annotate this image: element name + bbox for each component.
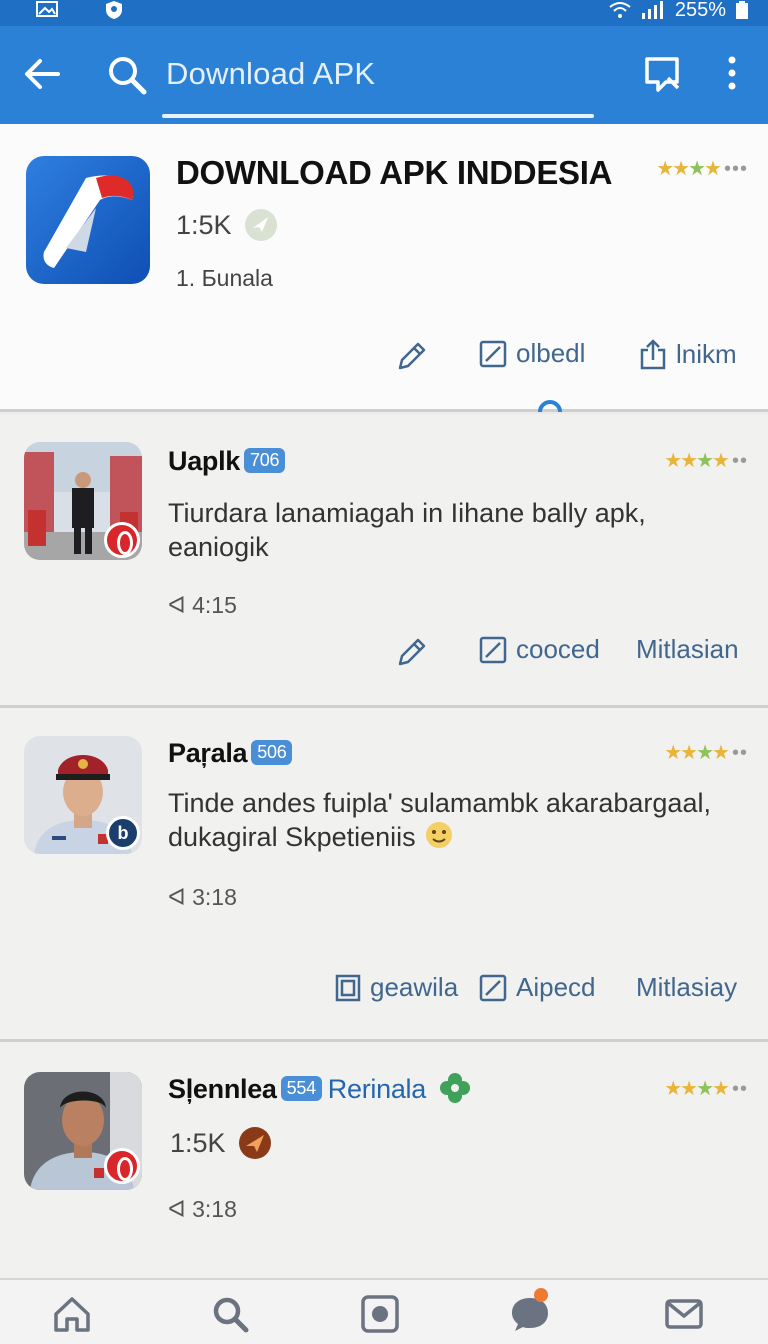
action-bar: geawila Aipecd Mitlasiay bbox=[0, 972, 768, 1012]
rating-stars: ★★★★ ••• bbox=[656, 158, 748, 180]
battery-icon bbox=[736, 1, 748, 19]
edit-box-icon bbox=[479, 974, 507, 1001]
verified-icon bbox=[244, 209, 277, 241]
featured-app-card[interactable]: DOWNLOAD APK INDDESIA ★★★★ ••• 1:5K 1. Бu… bbox=[0, 124, 768, 412]
post-card[interactable]: Uaplk 706 ★★★★ •• Tiurdara lanamiagah in I… bbox=[0, 414, 768, 708]
back-arrow-icon[interactable] bbox=[22, 54, 62, 94]
rating-stars: ★★★★ •• bbox=[664, 1078, 748, 1100]
download-count: 1:5K bbox=[176, 208, 278, 242]
notification-dot bbox=[534, 1288, 548, 1302]
pencil-icon bbox=[398, 342, 426, 370]
mail-icon[interactable] bbox=[664, 1294, 704, 1334]
post-time: ᐊ 3:18 bbox=[168, 884, 237, 910]
post-text: Tinde andes fuipla' sulamambk akarabarga… bbox=[168, 788, 711, 852]
action-bar: cooced Mitlasian bbox=[0, 634, 768, 674]
shield-icon bbox=[106, 1, 122, 19]
action-bar: olbedl lnikm bbox=[0, 338, 768, 378]
reply-icon: ᐊ bbox=[168, 884, 186, 910]
edit-button[interactable] bbox=[394, 338, 430, 374]
mitlasian-button[interactable]: Mitlasian bbox=[636, 634, 739, 665]
search-underline bbox=[162, 114, 594, 118]
status-bar: 255% bbox=[0, 0, 768, 26]
search-input[interactable]: Download APK bbox=[166, 56, 375, 92]
cooced-button[interactable]: cooced bbox=[478, 634, 600, 665]
emoji-icon bbox=[426, 822, 453, 848]
post-author: Paŗala 506 bbox=[168, 738, 293, 769]
record-icon[interactable] bbox=[360, 1294, 400, 1334]
geawila-button[interactable]: geawila bbox=[334, 972, 458, 1003]
post-text: Tiurdara lanamiagah in Iihane bally apk,… bbox=[168, 498, 646, 562]
author-tag: Rerinala bbox=[327, 1074, 426, 1104]
battery-percent: 255% bbox=[674, 0, 726, 21]
loading-indicator bbox=[538, 400, 562, 412]
post-card[interactable]: b Paŗala 506 ★★★★ •• Tinde andes fuipla' s… bbox=[0, 708, 768, 1042]
share-icon bbox=[640, 339, 666, 370]
image-icon bbox=[36, 1, 58, 17]
wifi-icon bbox=[609, 2, 631, 18]
edit-box-icon bbox=[479, 636, 507, 663]
count-badge: 506 bbox=[251, 740, 293, 765]
notification-badge: b bbox=[106, 816, 140, 850]
message-icon[interactable] bbox=[642, 54, 682, 94]
post-time: ᐊ 3:18 bbox=[168, 1196, 237, 1222]
post-card[interactable]: Sļennlea 554 Rerinala ★★★★ •• 1:5K ᐊ 3:18 bbox=[0, 1042, 768, 1278]
rating-stars: ★★★★ •• bbox=[664, 450, 748, 472]
post-author: Sļennlea 554 Rerinala bbox=[168, 1072, 471, 1105]
post-time: ᐊ 4:15 bbox=[168, 592, 237, 618]
app-bar: Download APK bbox=[0, 26, 768, 124]
olbedl-button[interactable]: olbedl bbox=[478, 338, 585, 369]
notification-badge bbox=[104, 522, 140, 558]
signal-icon bbox=[641, 1, 663, 19]
notification-badge bbox=[104, 1148, 140, 1184]
download-count: 1:5K bbox=[170, 1126, 272, 1160]
send-icon bbox=[238, 1127, 271, 1159]
search-icon[interactable] bbox=[210, 1294, 250, 1334]
share-button[interactable]: lnikm bbox=[638, 338, 737, 370]
app-subtitle: 1. Бunala bbox=[176, 265, 273, 291]
rating-stars: ★★★★ •• bbox=[664, 742, 748, 764]
aipecd-button[interactable]: Aipecd bbox=[478, 972, 596, 1003]
mitlasiay-button[interactable]: Mitlasiay bbox=[636, 972, 737, 1003]
app-title: DOWNLOAD APK INDDESIA bbox=[176, 154, 613, 191]
count-badge: 706 bbox=[244, 448, 286, 473]
reply-icon: ᐊ bbox=[168, 1196, 186, 1222]
more-vert-icon[interactable] bbox=[722, 54, 742, 94]
count-badge: 554 bbox=[280, 1076, 322, 1101]
home-icon[interactable] bbox=[52, 1294, 92, 1334]
gallery-icon bbox=[335, 974, 361, 1001]
search-icon[interactable] bbox=[106, 54, 148, 96]
reply-icon: ᐊ bbox=[168, 592, 186, 618]
edit-button[interactable] bbox=[394, 634, 430, 670]
pencil-icon bbox=[398, 638, 426, 666]
post-author: Uaplk 706 bbox=[168, 446, 286, 477]
clover-icon bbox=[440, 1073, 471, 1103]
edit-box-icon bbox=[479, 340, 507, 367]
bottom-navigation bbox=[0, 1278, 768, 1344]
app-logo[interactable] bbox=[26, 156, 150, 284]
